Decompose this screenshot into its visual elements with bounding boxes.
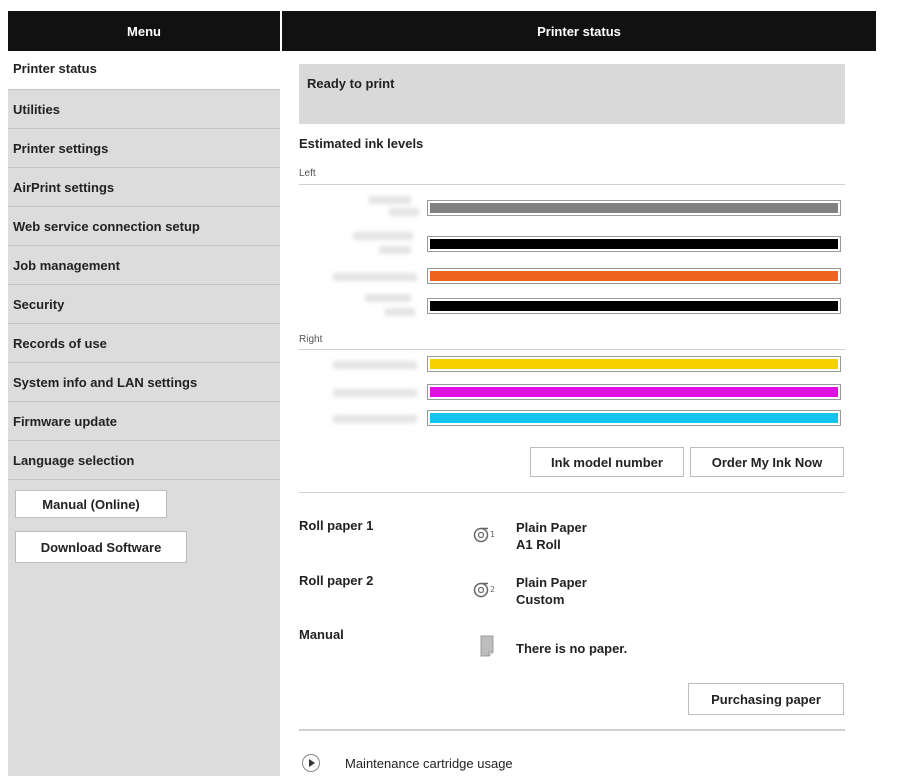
- ink-fill: [430, 359, 838, 369]
- ink-label-blurred: [333, 415, 417, 423]
- sidebar-item-label: Firmware update: [13, 413, 118, 429]
- roll-paper-1-icon: 1: [473, 527, 495, 543]
- ink-right-divider: [299, 349, 845, 350]
- sidebar-item-label: Records of use: [13, 335, 107, 351]
- sidebar: Printer status Utilities Printer setting…: [8, 51, 280, 776]
- ink-bar: [427, 200, 841, 216]
- ink-fill: [430, 239, 838, 249]
- ink-label-blurred: [333, 273, 417, 281]
- sidebar-item-firmware-update[interactable]: Firmware update: [8, 402, 280, 441]
- sidebar-item-label: Language selection: [13, 452, 135, 468]
- ink-row: [299, 384, 845, 402]
- roll-paper-1-size: A1 Roll: [516, 537, 561, 552]
- expand-play-icon[interactable]: [302, 754, 320, 772]
- ink-bar: [427, 268, 841, 284]
- purchasing-paper-button[interactable]: Purchasing paper: [688, 683, 844, 715]
- menu-header-title: Menu: [127, 23, 161, 39]
- sidebar-item-system-info[interactable]: System info and LAN settings: [8, 363, 280, 402]
- menu-header: Menu: [8, 11, 280, 51]
- sidebar-item-utilities[interactable]: Utilities: [8, 90, 280, 129]
- paper-divider: [299, 492, 845, 493]
- sidebar-item-security[interactable]: Security: [8, 285, 280, 324]
- ink-model-number-button[interactable]: Ink model number: [530, 447, 684, 477]
- order-my-ink-button[interactable]: Order My Ink Now: [690, 447, 844, 477]
- sidebar-item-label: System info and LAN settings: [13, 374, 198, 390]
- purchasing-paper-button-label: Purchasing paper: [711, 691, 821, 707]
- roll-paper-2-label: Roll paper 2: [299, 573, 374, 588]
- ink-bar: [427, 410, 841, 426]
- sidebar-item-label: Web service connection setup: [13, 218, 200, 234]
- sidebar-item-label: Printer settings: [13, 140, 109, 156]
- sidebar-item-printer-status[interactable]: Printer status: [8, 51, 280, 90]
- ink-label-blurred: [389, 208, 419, 216]
- ink-label-blurred: [353, 232, 413, 240]
- sidebar-item-web-service[interactable]: Web service connection setup: [8, 207, 280, 246]
- ink-fill: [430, 301, 838, 311]
- ink-levels-title: Estimated ink levels: [299, 136, 424, 151]
- ink-fill: [430, 387, 838, 397]
- sidebar-item-language-selection[interactable]: Language selection: [8, 441, 280, 480]
- status-box: Ready to print: [299, 64, 845, 124]
- sheet-paper-icon: [480, 635, 494, 657]
- ink-label-blurred: [379, 246, 411, 254]
- ink-row: [299, 410, 845, 428]
- sidebar-item-job-management[interactable]: Job management: [8, 246, 280, 285]
- sidebar-item-label: Job management: [13, 257, 120, 273]
- manual-feed-status: There is no paper.: [516, 641, 628, 656]
- ink-row: [299, 232, 845, 254]
- ink-model-number-button-label: Ink model number: [551, 454, 663, 470]
- sidebar-item-label: AirPrint settings: [13, 179, 115, 195]
- sidebar-item-label: Security: [13, 296, 65, 312]
- ink-row: [299, 196, 845, 218]
- download-software-button-label: Download Software: [40, 539, 162, 555]
- maintenance-cartridge-label[interactable]: Maintenance cartridge usage: [345, 755, 513, 772]
- ink-fill: [430, 203, 838, 213]
- manual-online-button[interactable]: Manual (Online): [15, 490, 167, 518]
- sidebar-item-label: Printer status: [13, 61, 97, 76]
- ink-left-divider: [299, 184, 845, 185]
- ink-bar: [427, 356, 841, 372]
- ink-label-blurred: [365, 294, 411, 302]
- roll-paper-2-icon: 2: [473, 582, 495, 598]
- roll-paper-2-type: Plain Paper: [516, 575, 587, 590]
- main-content: Ready to print Estimated ink levels Left…: [282, 51, 876, 776]
- ink-row: [299, 294, 845, 316]
- ink-fill: [430, 413, 838, 423]
- manual-feed-label: Manual: [299, 627, 344, 642]
- roll-paper-1-label: Roll paper 1: [299, 518, 374, 533]
- sidebar-item-label: Utilities: [13, 101, 60, 117]
- sidebar-item-records-of-use[interactable]: Records of use: [8, 324, 280, 363]
- svg-text:2: 2: [490, 585, 495, 594]
- ink-label-blurred: [333, 389, 417, 397]
- ink-left-label: Left: [299, 168, 316, 179]
- manual-online-button-label: Manual (Online): [42, 496, 140, 512]
- roll-paper-1-type: Plain Paper: [516, 520, 587, 535]
- sidebar-item-airprint-settings[interactable]: AirPrint settings: [8, 168, 280, 207]
- ink-bar: [427, 384, 841, 400]
- ink-bar: [427, 298, 841, 314]
- roll-paper-2-value: Plain Paper Custom: [516, 574, 587, 608]
- ink-label-blurred: [333, 361, 417, 369]
- status-message: Ready to print: [307, 76, 395, 91]
- page-title: Printer status: [537, 23, 621, 39]
- ink-bar: [427, 236, 841, 252]
- ink-right-label: Right: [299, 334, 323, 345]
- ink-label-blurred: [369, 196, 411, 204]
- ink-row: [299, 356, 845, 374]
- roll-paper-1-value: Plain Paper A1 Roll: [516, 519, 587, 553]
- order-my-ink-button-label: Order My Ink Now: [711, 454, 823, 470]
- maintenance-divider: [299, 729, 845, 731]
- sidebar-item-printer-settings[interactable]: Printer settings: [8, 129, 280, 168]
- ink-label-blurred: [385, 308, 415, 316]
- svg-text:1: 1: [490, 530, 495, 539]
- download-software-button[interactable]: Download Software: [15, 531, 187, 563]
- ink-row: [299, 268, 845, 286]
- page-header: Printer status: [282, 11, 876, 51]
- roll-paper-2-size: Custom: [516, 592, 565, 607]
- ink-fill: [430, 271, 838, 281]
